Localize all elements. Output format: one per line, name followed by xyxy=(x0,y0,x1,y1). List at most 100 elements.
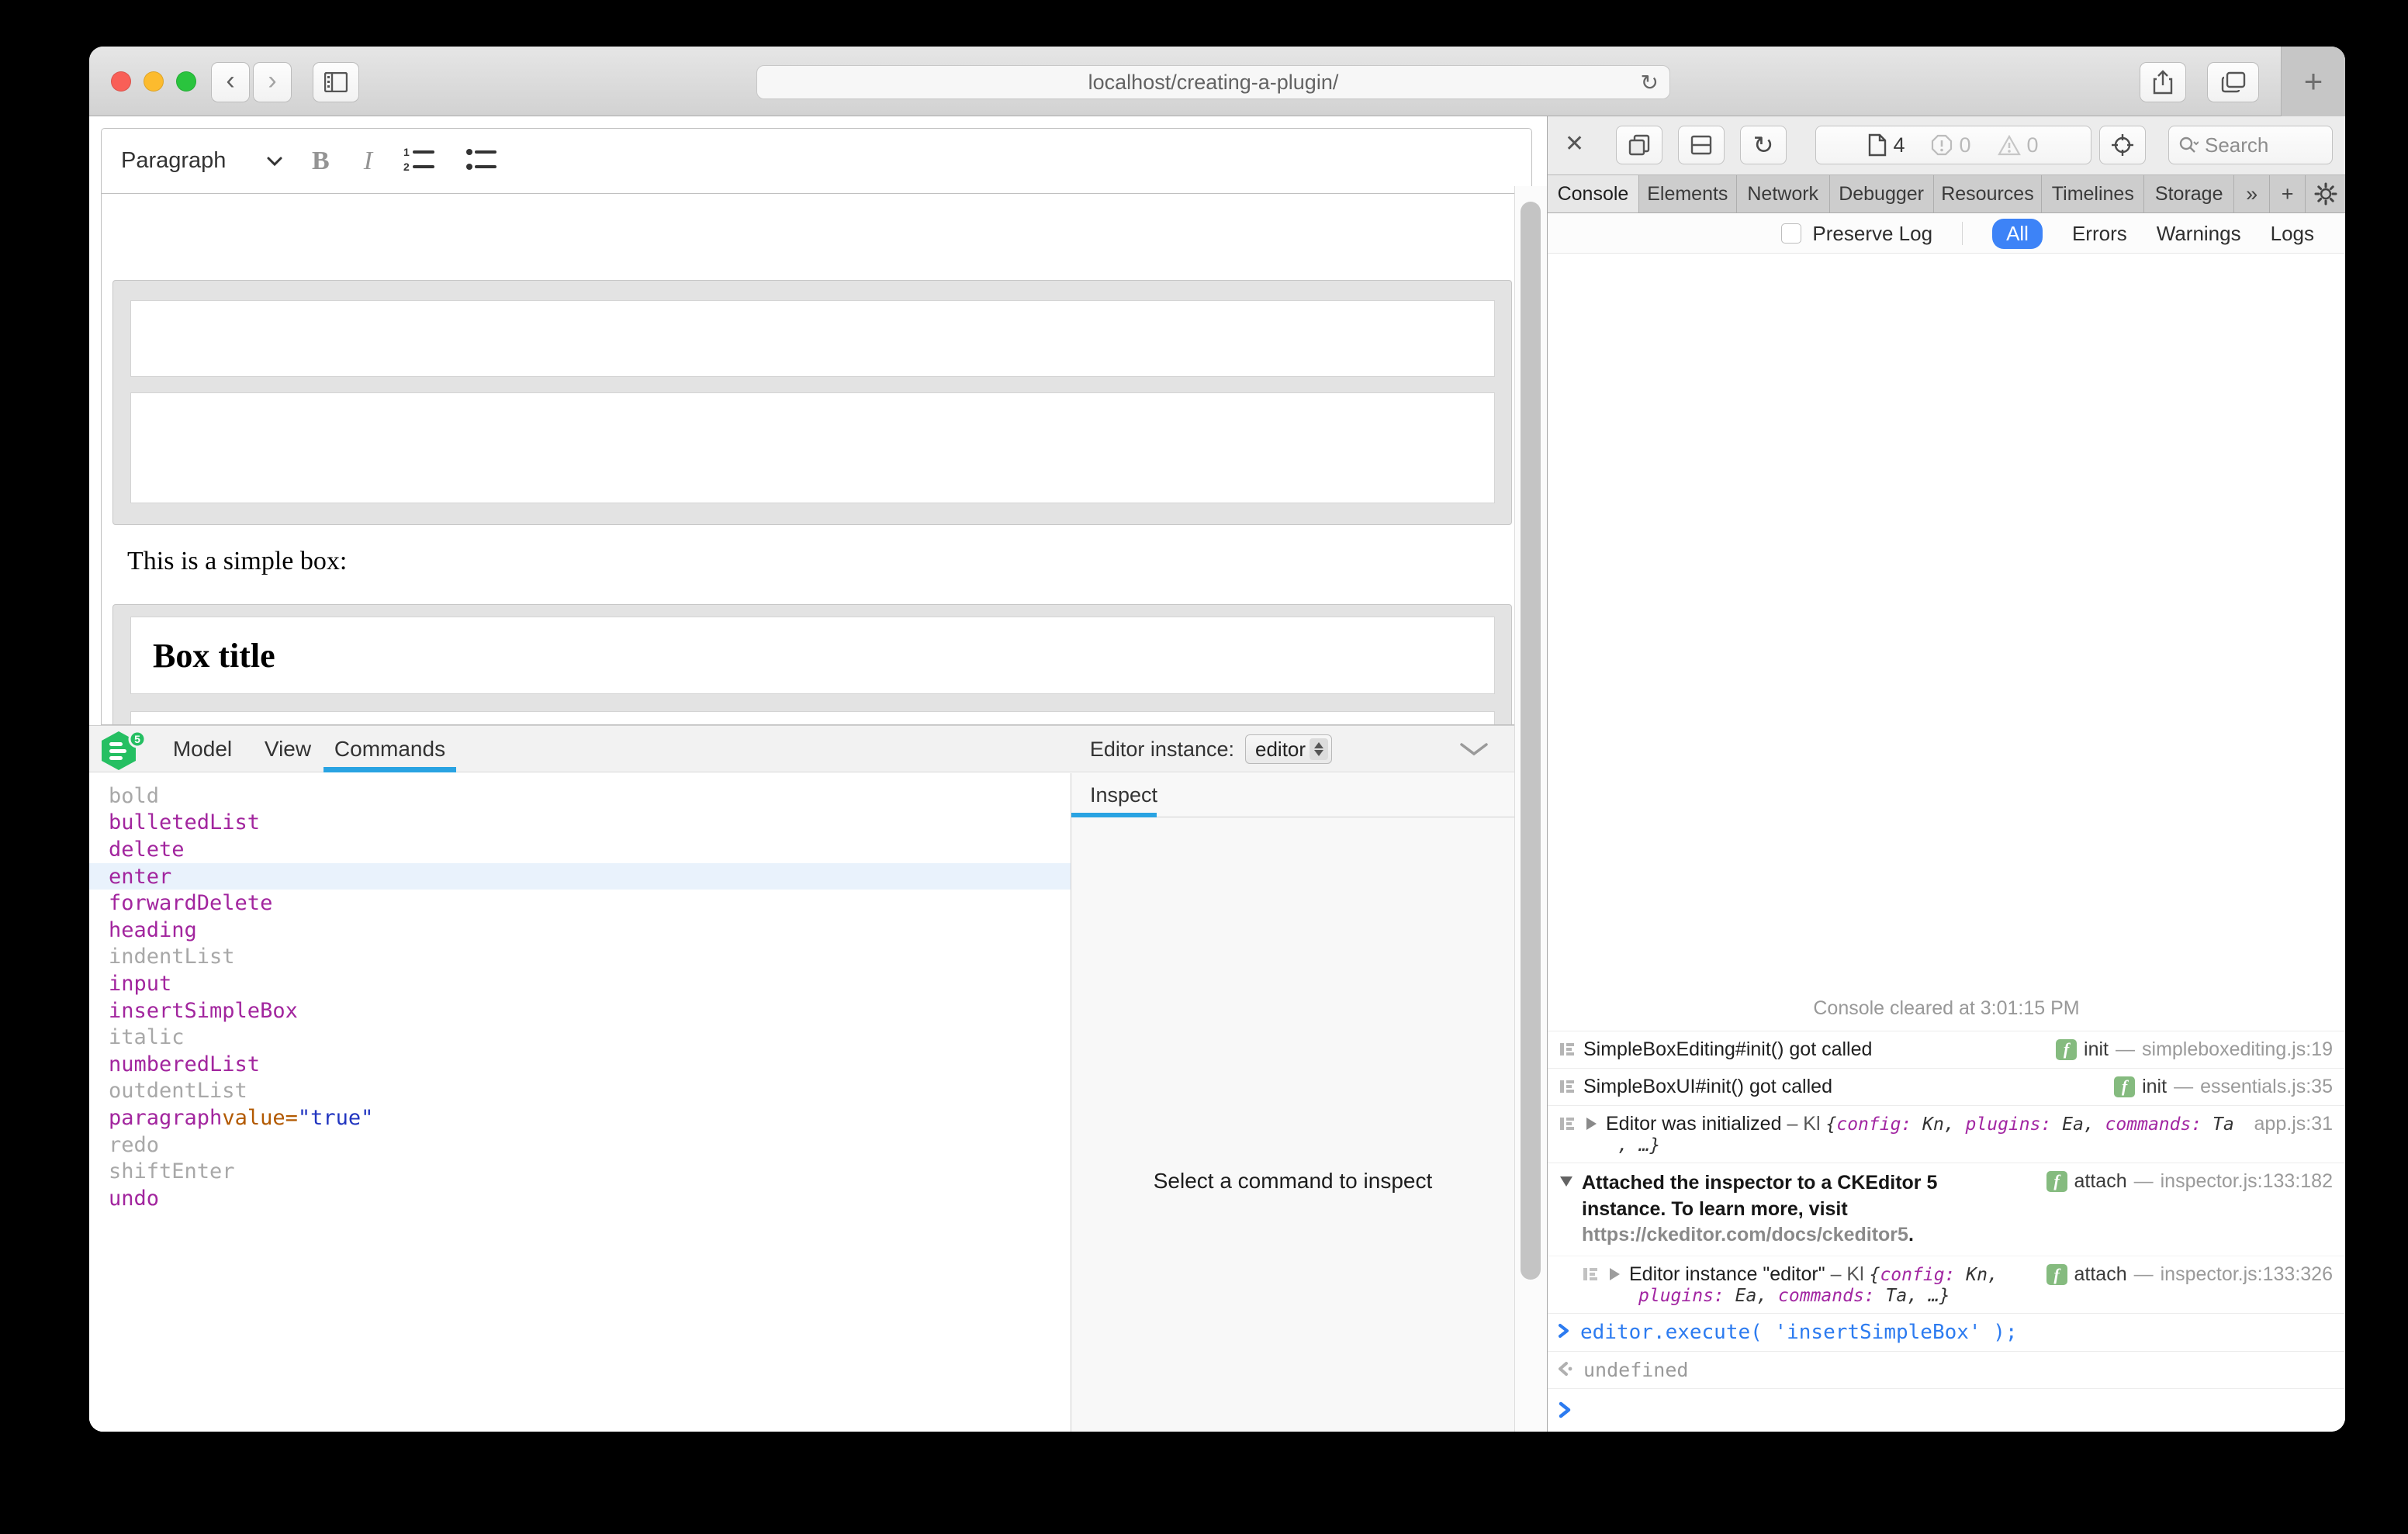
paragraph-text[interactable]: This is a simple box: xyxy=(127,547,347,576)
simple-box-title-field[interactable]: Box title xyxy=(130,617,1495,694)
docs-link[interactable]: https://ckeditor.com/docs/ckeditor5 xyxy=(1582,1224,1908,1246)
message-meta: f init — essentials.js:35 xyxy=(2105,1076,2333,1098)
console-input-echo[interactable]: editor.execute( 'insertSimpleBox' ); xyxy=(1548,1313,2345,1351)
source-location-link[interactable]: app.js:31 xyxy=(2254,1113,2333,1135)
tab-overview-button[interactable] xyxy=(2207,62,2259,102)
element-picker-button[interactable] xyxy=(2099,126,2146,164)
command-label: indentList xyxy=(109,945,235,969)
command-item[interactable]: insertSimpleBox xyxy=(89,997,1071,1024)
dock-side-button[interactable] xyxy=(1616,126,1662,164)
source-location-link[interactable]: essentials.js:35 xyxy=(2200,1076,2333,1098)
source-location-link[interactable]: inspector.js:133:182 xyxy=(2161,1170,2333,1193)
page-scrollbar[interactable] xyxy=(1514,186,1547,1432)
italic-button[interactable]: I xyxy=(364,147,372,176)
command-label: bold xyxy=(109,784,159,808)
tab-model[interactable]: Model xyxy=(158,726,247,772)
simple-box-description-field[interactable] xyxy=(130,392,1495,503)
source-location-link[interactable]: inspector.js:133:326 xyxy=(2161,1263,2333,1286)
share-icon xyxy=(2153,70,2173,95)
close-inspector-button[interactable]: ✕ xyxy=(1565,130,1584,157)
console-message[interactable]: Editor was initialized – Kl {config: Kn,… xyxy=(1548,1105,2345,1163)
tab-inspect[interactable]: Inspect xyxy=(1090,773,1157,817)
tab-overflow-button[interactable]: » xyxy=(2234,175,2270,212)
dock-bottom-button[interactable] xyxy=(1678,126,1725,164)
filter-warnings[interactable]: Warnings xyxy=(2157,222,2241,246)
simple-box-title-field[interactable] xyxy=(130,300,1495,377)
command-item[interactable]: undo xyxy=(89,1185,1071,1212)
tab-console[interactable]: Console xyxy=(1548,175,1639,212)
command-item[interactable]: paragraph value="true" xyxy=(89,1104,1071,1131)
tab-elements[interactable]: Elements xyxy=(1639,175,1737,212)
preserve-log-control[interactable]: Preserve Log xyxy=(1781,222,1932,246)
simple-box-description-field[interactable] xyxy=(130,711,1495,725)
source-location-link[interactable]: simpleboxediting.js:19 xyxy=(2142,1038,2333,1061)
filter-all[interactable]: All xyxy=(1992,219,2043,249)
executed-code: editor.execute( 'insertSimpleBox' ); xyxy=(1580,1321,2018,1344)
function-name: attach xyxy=(2074,1263,2127,1286)
command-item[interactable]: delete xyxy=(89,836,1071,863)
command-label: insertSimpleBox xyxy=(109,999,298,1023)
command-item[interactable]: numberedList xyxy=(89,1051,1071,1078)
command-item[interactable]: shiftEnter xyxy=(89,1158,1071,1185)
console-message[interactable]: SimpleBoxEditing#init() got called f ini… xyxy=(1548,1031,2345,1068)
search-input[interactable]: Search xyxy=(2168,126,2333,164)
message-meta: f attach — inspector.js:133:182 xyxy=(2037,1170,2334,1193)
result-arrow-icon xyxy=(1557,1360,1574,1377)
command-item[interactable]: italic xyxy=(89,1024,1071,1051)
tab-debugger[interactable]: Debugger xyxy=(1830,175,1934,212)
tab-network[interactable]: Network xyxy=(1737,175,1830,212)
forward-button[interactable]: › xyxy=(253,62,292,102)
console-prompt[interactable] xyxy=(1548,1388,2345,1432)
simple-box-widget-selected[interactable] xyxy=(112,280,1512,525)
scrollbar-thumb[interactable] xyxy=(1521,202,1541,1280)
settings-tab-button[interactable] xyxy=(2306,175,2345,212)
disclosure-triangle-icon[interactable] xyxy=(1586,1118,1597,1130)
window-minimize-button[interactable] xyxy=(144,71,164,92)
simple-box-widget[interactable]: Box title xyxy=(112,604,1512,725)
editor-instance-select[interactable]: editor xyxy=(1245,734,1332,764)
tab-commands[interactable]: Commands xyxy=(323,726,456,772)
tab-timelines[interactable]: Timelines xyxy=(2042,175,2144,212)
heading-dropdown[interactable]: Paragraph xyxy=(121,148,284,174)
command-item-selected[interactable]: enter xyxy=(89,863,1071,890)
window-close-button[interactable] xyxy=(111,71,131,92)
window-zoom-button[interactable] xyxy=(176,71,196,92)
command-item[interactable]: heading xyxy=(89,917,1071,944)
url-bar[interactable]: localhost/creating-a-plugin/ ↻ xyxy=(756,65,1670,99)
console-message-expanded[interactable]: Attached the inspector to a CKEditor 5 i… xyxy=(1548,1163,2345,1256)
sidebar-button[interactable] xyxy=(313,62,359,102)
tab-storage[interactable]: Storage xyxy=(2144,175,2234,212)
command-item[interactable]: indentList xyxy=(89,944,1071,971)
console-message[interactable]: SimpleBoxUI#init() got called f init — e… xyxy=(1548,1068,2345,1105)
new-tab-button[interactable]: + xyxy=(2281,47,2345,116)
command-item[interactable]: input xyxy=(89,970,1071,997)
command-item[interactable]: bold xyxy=(89,783,1071,810)
console-result[interactable]: undefined xyxy=(1548,1351,2345,1388)
bold-button[interactable]: B xyxy=(312,147,330,176)
disclosure-triangle-icon[interactable] xyxy=(1610,1268,1620,1280)
filter-logs[interactable]: Logs xyxy=(2271,222,2314,246)
add-tab-button[interactable]: + xyxy=(2270,175,2306,212)
reload-page-button[interactable]: ↻ xyxy=(1740,126,1787,164)
function-badge-icon: f xyxy=(2046,1264,2067,1285)
command-item[interactable]: bulletedList xyxy=(89,810,1071,837)
command-item[interactable]: forwardDelete xyxy=(89,890,1071,917)
bulleted-list-button[interactable] xyxy=(465,146,496,176)
reload-icon[interactable]: ↻ xyxy=(1641,70,1659,95)
console-message-nested[interactable]: Editor instance "editor" – Kl {config: K… xyxy=(1548,1256,2345,1313)
collapse-chevron-icon[interactable] xyxy=(1457,740,1491,758)
back-button[interactable]: ‹ xyxy=(211,62,250,102)
issues-summary-button[interactable]: 4 0 0 xyxy=(1815,126,2091,164)
tab-view[interactable]: View xyxy=(252,726,323,772)
numbered-list-button[interactable]: 1 2 xyxy=(403,146,434,176)
command-item[interactable]: outdentList xyxy=(89,1078,1071,1105)
console-filter-bar: Preserve Log All Errors Warnings Logs xyxy=(1548,214,2345,254)
preserve-log-checkbox[interactable] xyxy=(1781,223,1801,244)
command-item[interactable]: redo xyxy=(89,1131,1071,1159)
editor-instance-value: editor xyxy=(1255,738,1306,762)
editor-document[interactable]: This is a simple box: Box title xyxy=(101,194,1532,725)
filter-errors[interactable]: Errors xyxy=(2072,222,2127,246)
share-button[interactable] xyxy=(2140,62,2186,102)
tab-resources[interactable]: Resources xyxy=(1934,175,2043,212)
disclosure-open-triangle-icon[interactable] xyxy=(1560,1176,1572,1187)
